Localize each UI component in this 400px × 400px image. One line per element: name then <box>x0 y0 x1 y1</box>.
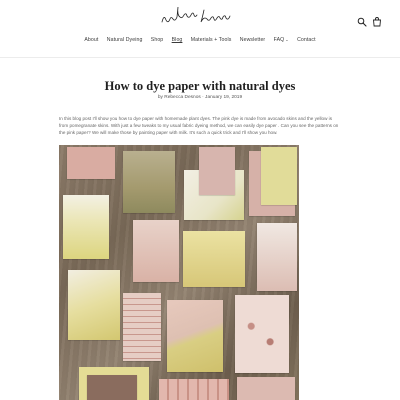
article-byline: by Rebecca Desnos · January 19, 2019 <box>157 95 243 100</box>
nav-shop[interactable]: Shop <box>151 37 164 43</box>
paper-yellow-left <box>63 195 109 259</box>
search-icon[interactable] <box>357 14 367 27</box>
bag-icon[interactable] <box>372 14 382 27</box>
nav-faq[interactable]: FAQ⌄ <box>274 37 289 43</box>
nav-natural-dyeing[interactable]: Natural Dyeing <box>107 37 143 43</box>
article-title: How to dye paper with natural dyes <box>104 79 296 93</box>
paper-pink-yellow-split <box>167 300 223 372</box>
paper-pink-right-mid <box>257 223 297 291</box>
main-nav: About Natural Dyeing Shop Blog Materials… <box>0 37 400 43</box>
signature-logo[interactable] <box>158 6 242 32</box>
nav-materials-tools[interactable]: Materials + Tools <box>191 37 232 43</box>
nav-about[interactable]: About <box>84 37 98 43</box>
paper-brown-bottom <box>87 375 137 400</box>
chevron-down-icon: ⌄ <box>285 37 289 42</box>
dyed-paper-photo <box>59 145 299 400</box>
site-header: About Natural Dyeing Shop Blog Materials… <box>0 0 400 58</box>
nav-newsletter[interactable]: Newsletter <box>240 37 266 43</box>
nav-blog[interactable]: Blog <box>172 37 183 43</box>
article-intro: In this blog post I'll show you how to d… <box>59 116 339 135</box>
paper-pink-bottom-right <box>237 377 295 400</box>
paper-pink-striped <box>123 293 161 361</box>
paper-yellow-right <box>261 147 297 205</box>
nav-faq-label: FAQ <box>273 37 285 43</box>
signature-logo-icon <box>161 6 231 23</box>
nav-contact[interactable]: Contact <box>297 37 316 43</box>
paper-yellow-center <box>183 231 245 287</box>
paper-pink-dots-bottom <box>159 379 229 400</box>
paper-grey-green-speckled <box>123 151 175 213</box>
paper-patterned-pink <box>235 295 289 373</box>
paper-pink-top-left <box>67 147 115 179</box>
paper-pink-top-right <box>199 147 235 195</box>
paper-yellow-bottom-left <box>68 270 120 340</box>
paper-pink-center <box>133 220 179 282</box>
